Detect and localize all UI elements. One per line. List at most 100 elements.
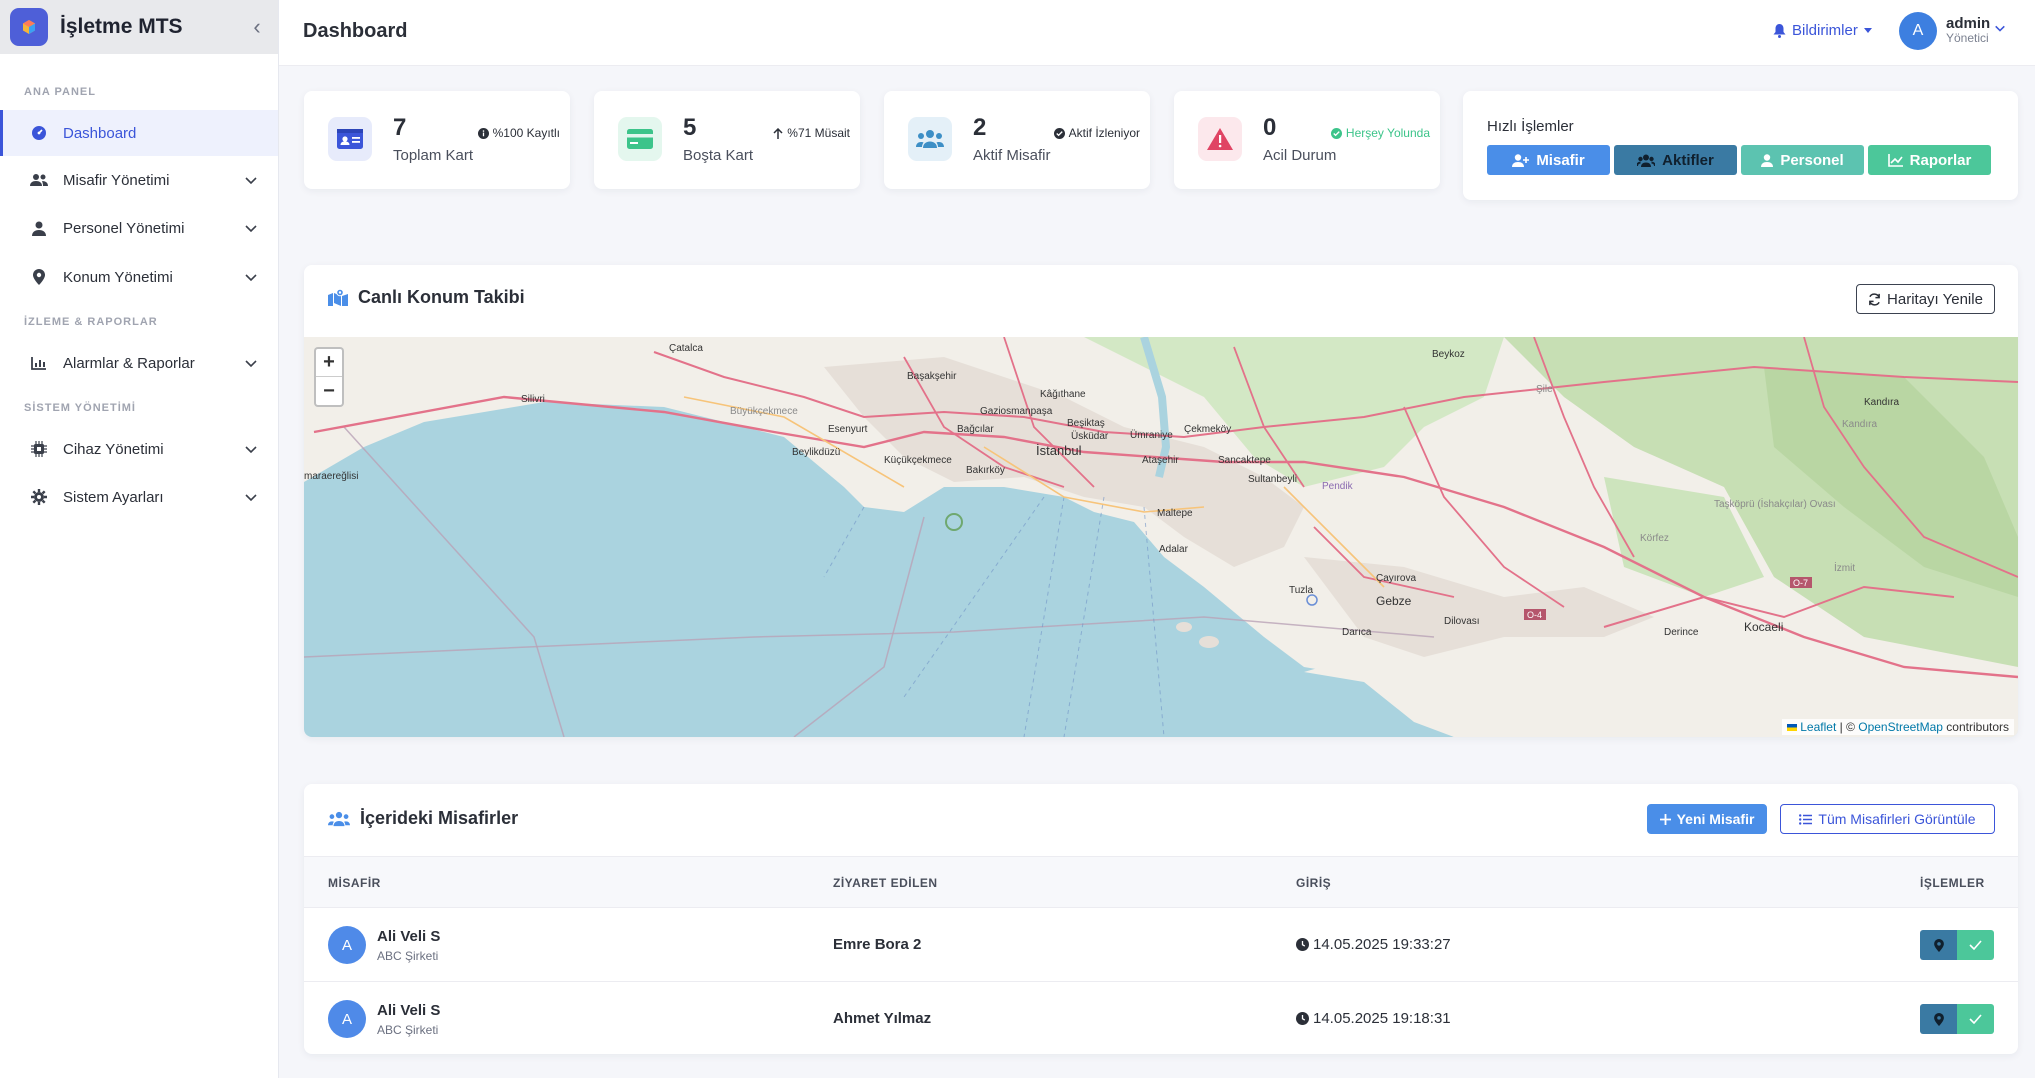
map-label: Adalar: [1159, 544, 1189, 555]
new-guest-label: Yeni Misafir: [1676, 811, 1755, 827]
road-label: O-7: [1793, 578, 1808, 588]
map-label: Sultanbeyli: [1248, 474, 1297, 485]
checkout-button[interactable]: [1957, 1004, 1994, 1034]
sidebar-item-label: Sistem Ayarları: [63, 488, 164, 506]
quick-actions-card: Hızlı İşlemler Misafir Aktifler Personel…: [1463, 91, 2018, 200]
map-label: Küçükçekmece: [884, 455, 952, 466]
stat-card-idle: 5 Boşta Kart %71 Müsait: [594, 91, 860, 189]
map-label: Şile: [1536, 384, 1553, 395]
section-izleme: İZLEME & RAPORLAR: [24, 316, 158, 328]
map-label: Dilovası: [1444, 616, 1480, 627]
guest-name: Ali Veli S: [377, 928, 441, 945]
user-icon: [30, 219, 48, 237]
quick-raporlar-button[interactable]: Raporlar: [1868, 145, 1991, 175]
sidebar-item-label: Konum Yönetimi: [63, 268, 173, 286]
chevron-down-icon: [245, 225, 257, 233]
map-zoom-control: + −: [314, 347, 344, 407]
map-label: Bakırköy: [966, 465, 1005, 476]
map-label: Ümraniye: [1130, 429, 1173, 441]
quick-personel-button[interactable]: Personel: [1741, 145, 1864, 175]
refresh-map-button[interactable]: Haritayı Yenile: [1856, 284, 1995, 314]
quick-aktifler-button[interactable]: Aktifler: [1614, 145, 1737, 175]
refresh-icon: [1869, 292, 1880, 306]
zoom-in-button[interactable]: +: [316, 349, 342, 377]
column-header: GİRİŞ: [1296, 876, 1332, 890]
sidebar-item-personel[interactable]: Personel Yönetimi: [0, 205, 278, 251]
clock-icon: [1296, 938, 1309, 951]
info-icon: [477, 127, 489, 139]
map-panel: Canlı Konum Takibi Haritayı Yenile Beyko…: [304, 265, 2018, 737]
view-all-guests-button[interactable]: Tüm Misafirleri Görüntüle: [1780, 804, 1995, 834]
quick-actions-title: Hızlı İşlemler: [1487, 118, 1574, 135]
map-label: İstanbul: [1036, 443, 1082, 458]
table-row: A Ali Veli S ABC Şirketi Emre Bora 2 14.…: [304, 908, 2018, 982]
map-label: Taşköprü (İshakçılar) Ovası: [1714, 497, 1836, 510]
map-label: Üsküdar: [1071, 430, 1109, 442]
checkout-button[interactable]: [1957, 930, 1994, 960]
stat-badge: %71 Müsait: [773, 126, 850, 140]
sidebar-item-konum[interactable]: Konum Yönetimi: [0, 254, 278, 300]
row-actions: [1920, 930, 1994, 960]
locate-button[interactable]: [1920, 1004, 1957, 1034]
map-label: maraereğlisi: [304, 471, 358, 482]
ukraine-flag-icon: [1786, 724, 1797, 731]
row-actions: [1920, 1004, 1994, 1034]
arrow-up-icon: [773, 127, 783, 139]
sidebar-item-label: Personel Yönetimi: [63, 219, 185, 237]
live-location-map[interactable]: Beykoz Çatalca Başakşehir Kâğıthane Gazi…: [304, 337, 2018, 737]
stat-card-total: 7 Toplam Kart %100 Kayıtlı: [304, 91, 570, 189]
map-label: Kâğıthane: [1040, 389, 1086, 400]
stat-card-emergency: 0 Acil Durum Herşey Yolunda: [1174, 91, 1440, 189]
users-icon: [908, 117, 952, 161]
sidebar-item-dashboard[interactable]: Dashboard: [0, 110, 278, 156]
collapse-sidebar-icon[interactable]: ‹: [246, 14, 268, 40]
osm-link[interactable]: OpenStreetMap: [1858, 720, 1943, 734]
map-label: Beylikdüzü: [792, 447, 840, 458]
zoom-out-button[interactable]: −: [316, 377, 342, 405]
stat-badge: %100 Kayıtlı: [477, 126, 560, 140]
map-panel-title: Canlı Konum Takibi: [358, 287, 525, 307]
sidebar-item-ayarlar[interactable]: Sistem Ayarları: [0, 474, 278, 520]
table-header: MİSAFİR ZİYARET EDİLEN GİRİŞ İŞLEMLER: [304, 856, 2018, 908]
quick-button-label: Raporlar: [1909, 151, 1972, 169]
visited-person: Emre Bora 2: [833, 936, 922, 953]
locate-button[interactable]: [1920, 930, 1957, 960]
map-label: Darıca: [1342, 627, 1372, 638]
brand-logo-icon: [10, 8, 48, 46]
stat-label: Aktif Misafir: [973, 147, 1051, 164]
sidebar-item-cihaz[interactable]: Cihaz Yönetimi: [0, 426, 278, 472]
stat-value: 5: [683, 114, 697, 141]
stat-badge-text: Herşey Yolunda: [1345, 126, 1430, 140]
credit-card-icon: [618, 117, 662, 161]
guest-company: ABC Şirketi: [377, 949, 439, 963]
new-guest-button[interactable]: Yeni Misafir: [1647, 804, 1767, 834]
quick-button-label: Personel: [1780, 151, 1844, 169]
map-label: Büyükçekmece: [730, 406, 798, 417]
map-location-icon: [328, 289, 348, 306]
bell-icon: [1773, 23, 1786, 38]
user-menu[interactable]: A admin Yönetici: [1899, 12, 2006, 50]
leaflet-link[interactable]: Leaflet: [1800, 720, 1836, 734]
chevron-down-icon: [245, 494, 257, 502]
plus-icon: [1659, 813, 1671, 825]
check-circle-icon: [1053, 127, 1065, 139]
stat-label: Toplam Kart: [393, 147, 474, 164]
map-label: Kocaeli: [1744, 620, 1783, 634]
stat-label: Acil Durum: [1263, 147, 1337, 164]
sidebar-item-label: Alarmlar & Raporlar: [63, 354, 195, 372]
entry-time: 14.05.2025 19:18:31: [1296, 1010, 1451, 1027]
page-title: Dashboard: [303, 20, 408, 42]
notifications-dropdown[interactable]: Bildirimler: [1773, 22, 1872, 39]
users-icon: [328, 811, 350, 826]
map-label: Silivri: [521, 394, 545, 405]
attribution-tail: contributors: [1942, 720, 2009, 734]
quick-misafir-button[interactable]: Misafir: [1487, 145, 1610, 175]
sidebar-item-misafir[interactable]: Misafir Yönetimi: [0, 157, 278, 203]
stat-badge-text: %100 Kayıtlı: [492, 126, 560, 140]
sidebar-item-alarmlar[interactable]: Alarmlar & Raporlar: [0, 340, 278, 386]
sidebar: İşletme MTS ‹ ANA PANEL Dashboard Misafi…: [0, 0, 279, 1078]
table-row: A Ali Veli S ABC Şirketi Ahmet Yılmaz 14…: [304, 982, 2018, 1056]
stat-value: 0: [1263, 114, 1277, 141]
map-label: Çekmeköy: [1184, 424, 1231, 435]
map-label: Körfez: [1640, 533, 1669, 544]
